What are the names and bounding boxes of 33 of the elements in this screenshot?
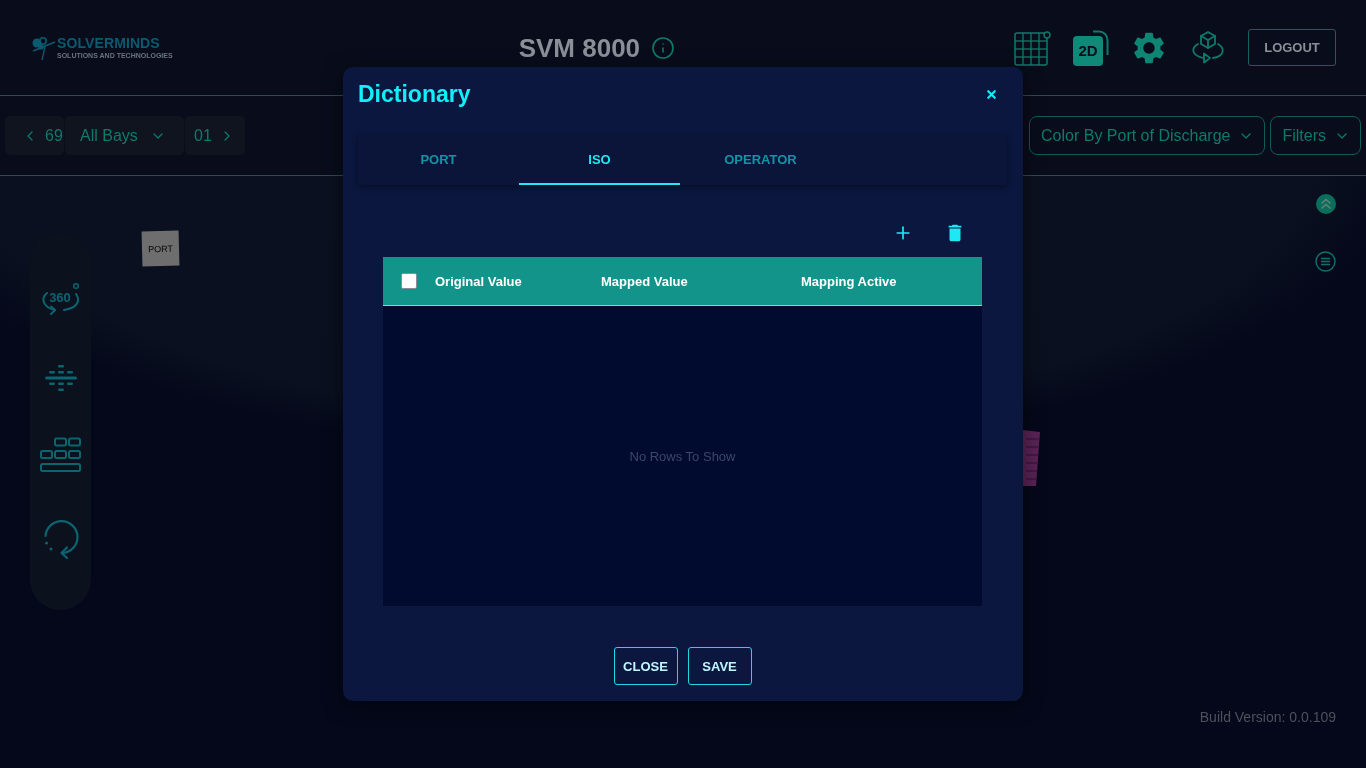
color-by-dropdown[interactable]: Color By Port of Discharge xyxy=(1029,116,1266,155)
logo-icon xyxy=(30,34,56,61)
app-title: SVM 8000 xyxy=(518,32,641,63)
menu-icon[interactable] xyxy=(1315,251,1336,272)
select-all-checkbox[interactable] xyxy=(401,273,417,289)
dialog-button[interactable]: CLOSE xyxy=(613,647,678,685)
bay-dropdown[interactable]: All Bays xyxy=(65,116,184,155)
column-header[interactable]: Original Value xyxy=(435,273,522,289)
container-stack-drawing xyxy=(1023,430,1041,486)
sections-icon[interactable] xyxy=(44,364,77,392)
double-chevron-up-icon[interactable] xyxy=(1316,194,1336,214)
previous-bay-button[interactable]: 69 xyxy=(5,116,64,155)
dialog-button[interactable]: SAVE xyxy=(687,647,752,685)
dialog-title: Dictionary xyxy=(358,80,471,109)
column-header[interactable]: Mapping Active xyxy=(801,273,897,289)
view-2d-button[interactable]: 2D xyxy=(1073,35,1103,66)
build-version: Build Version: 0.0.109 xyxy=(1199,709,1336,725)
tab[interactable]: ISO xyxy=(519,135,680,185)
info-icon[interactable] xyxy=(651,35,676,60)
empty-message: No Rows To Show xyxy=(629,448,736,464)
logout-button[interactable]: LOGOUT xyxy=(1248,29,1336,66)
column-header[interactable]: Mapped Value xyxy=(601,273,688,289)
close-icon[interactable] xyxy=(985,87,998,101)
logo-wordmark: SOLVERMINDS xyxy=(57,35,160,51)
tab[interactable]: PORT xyxy=(358,135,519,185)
filters-dropdown[interactable]: Filters xyxy=(1270,116,1361,155)
grid-icon[interactable] xyxy=(1014,29,1052,66)
next-bay-button[interactable]: 01 xyxy=(185,116,245,155)
tab[interactable]: OPERATOR xyxy=(680,135,841,185)
port-sign: PORT xyxy=(141,230,180,267)
cube-rotate-icon[interactable] xyxy=(1189,29,1227,66)
blocks-icon[interactable] xyxy=(39,437,82,473)
rotate-360-button[interactable]: 360 xyxy=(38,281,83,319)
